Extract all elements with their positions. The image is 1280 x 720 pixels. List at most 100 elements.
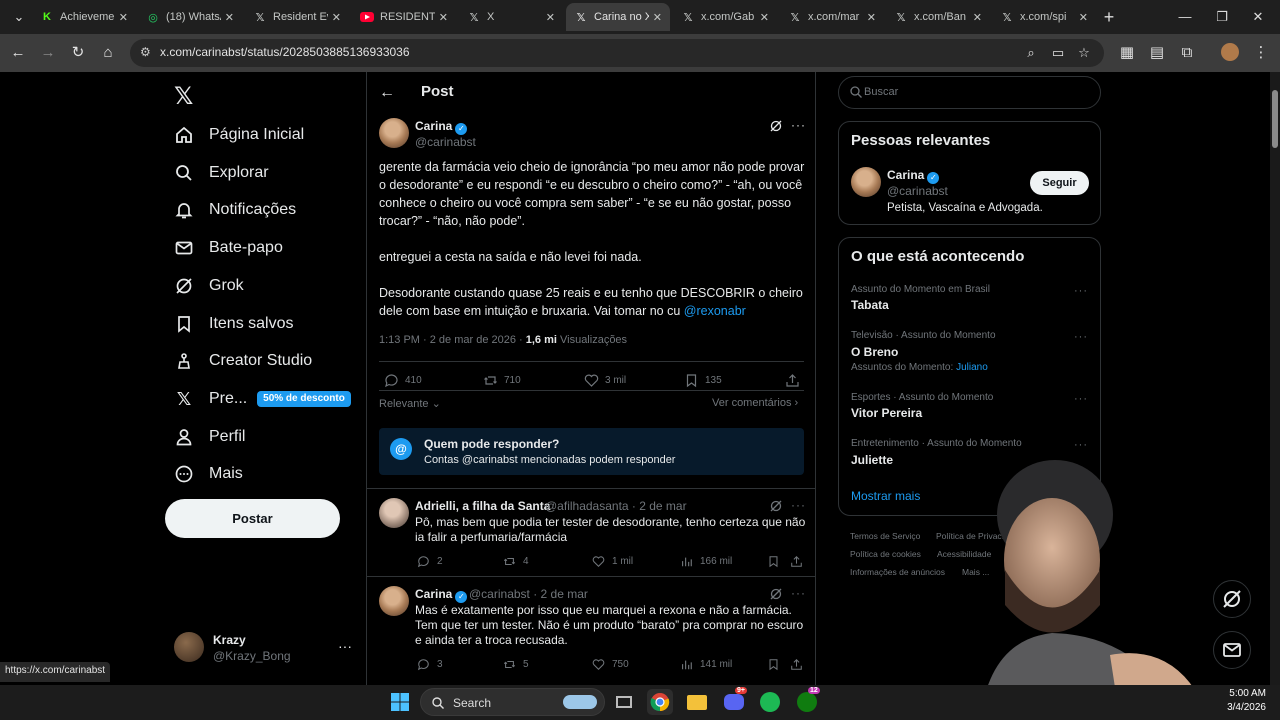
discord-icon[interactable]: 9+ [721,687,747,715]
more-icon[interactable]: ··· [791,586,806,600]
share-action[interactable] [788,553,810,569]
xbox-icon[interactable]: 12 [794,687,820,715]
like-action[interactable]: 1 mil [590,553,633,569]
reply-action[interactable]: 3 [415,656,443,672]
more-icon[interactable]: ··· [791,118,806,132]
relevant-user-handle[interactable]: @carinabst [887,184,948,198]
tab-carina-active[interactable]: 𝕏 Carina no X ✕ [566,3,670,31]
profile-avatar[interactable] [1221,43,1241,63]
nav-item-explore[interactable]: Explorar [174,159,269,187]
extension-icon[interactable]: ▦ [1117,43,1137,63]
reply-author-name[interactable]: Carina ✓ [415,587,468,603]
task-view-icon[interactable] [611,689,637,715]
close-icon[interactable]: ✕ [973,11,982,24]
tab-x-mar[interactable]: 𝕏 x.com/mar ✕ [780,3,884,31]
system-clock[interactable]: 5:00 AM 3/4/2026 [1222,687,1266,715]
footer-link[interactable]: Termos de Serviço [850,531,920,541]
windows-start-icon[interactable] [387,689,413,715]
nav-item-profile[interactable]: Perfil [174,423,245,451]
grok-icon[interactable] [769,587,783,601]
more-icon[interactable]: ··· [338,638,352,654]
nav-item-creator-studio[interactable]: Creator Studio [174,347,312,375]
nav-item-grok[interactable]: Grok [174,272,244,300]
more-icon[interactable]: ··· [1074,285,1088,297]
author-name[interactable]: Carina ✓ [415,119,468,135]
more-icon[interactable]: ··· [1074,393,1088,405]
mention-link[interactable]: @rexonabr [684,304,746,318]
restore-button[interactable]: ❐ [1207,6,1237,28]
page-scrollbar[interactable] [1270,72,1280,685]
footer-link[interactable]: Informações de anúncios [850,567,945,577]
nav-item-chat[interactable]: Bate-papo [174,234,283,262]
follow-button[interactable]: Seguir [1030,171,1089,195]
reply-action[interactable]: 2 [415,553,443,569]
back-arrow-icon[interactable]: ← [8,43,28,63]
chrome-icon[interactable] [647,689,673,715]
share-action[interactable] [784,372,806,388]
more-icon[interactable]: ··· [1074,439,1088,451]
close-icon[interactable]: ✕ [119,11,128,24]
reply-avatar[interactable] [379,586,409,616]
see-replies-link[interactable]: Ver comentários › [712,397,798,409]
tab-youtube[interactable]: RESIDENT ✕ [352,3,456,31]
footer-link[interactable]: Política de cookies [850,549,921,559]
browser-menu-icon[interactable]: ⋮ [1251,43,1271,63]
nav-item-home[interactable]: Página Inicial [174,121,304,149]
tab-search-button[interactable]: ⌄ [4,6,34,28]
spotify-icon[interactable] [757,689,783,715]
post-button[interactable]: Postar [165,499,340,538]
x-logo[interactable]: 𝕏 [174,82,193,111]
close-icon[interactable]: ✕ [760,11,769,24]
trend-related-link[interactable]: Juliano [956,362,988,373]
like-action[interactable]: 750 [590,656,629,672]
account-switcher[interactable]: Krazy @Krazy_Bong ··· [174,630,354,666]
nav-item-more[interactable]: Mais [174,460,243,488]
tab-x[interactable]: 𝕏 X ✕ [459,3,563,31]
reply-avatar[interactable] [379,498,409,528]
reading-list-icon[interactable]: ▤ [1147,43,1167,63]
close-icon[interactable]: ✕ [546,11,555,24]
tab-x-spi[interactable]: 𝕏 x.com/spi ✕ [992,3,1096,31]
bookmark-action[interactable] [765,656,787,672]
grok-icon[interactable] [769,119,783,133]
home-icon[interactable]: ⌂ [98,43,118,63]
tab-achievements[interactable]: K Achievements ✕ [32,3,136,31]
grok-floating-button[interactable] [1213,580,1251,618]
file-explorer-icon[interactable] [684,689,710,715]
like-action[interactable]: 3 mil [583,372,626,388]
tab-x-ban[interactable]: 𝕏 x.com/Ban ✕ [886,3,990,31]
author-handle[interactable]: @carinabst [415,135,476,149]
close-icon[interactable]: ✕ [1079,11,1088,24]
reload-icon[interactable]: ↻ [68,43,88,63]
tab-x-gab[interactable]: 𝕏 x.com/Gab ✕ [673,3,777,31]
site-info-icon[interactable]: ⚙ [140,45,151,59]
post-timestamp[interactable]: 1:13 PM · 2 de mar de 2026 · [379,334,526,346]
views-action[interactable]: 141 mil [678,656,732,672]
more-icon[interactable]: ··· [791,498,806,512]
repost-action[interactable]: 710 [482,372,521,388]
star-icon[interactable]: ☆ [1074,43,1094,63]
reply-author-handle[interactable]: @carinabst · 2 de mar [469,587,588,601]
more-icon[interactable]: ··· [1074,331,1088,343]
new-tab-button[interactable]: + [1094,6,1124,28]
close-icon[interactable]: ✕ [332,11,341,24]
reply-action[interactable]: 410 [383,372,422,388]
scrollbar-thumb[interactable] [1272,90,1278,148]
avatar[interactable] [851,167,881,197]
back-arrow-icon[interactable]: ← [379,84,395,102]
bookmark-action[interactable] [765,553,787,569]
minimize-button[interactable]: — [1170,6,1200,28]
relevant-user-name[interactable]: Carina ✓ [887,168,940,184]
grok-icon[interactable] [769,499,783,513]
close-icon[interactable]: ✕ [653,11,662,24]
taskbar-search-input[interactable]: Search [420,688,605,716]
share-action[interactable] [788,656,810,672]
author-avatar[interactable] [379,118,409,148]
premium-discount-badge[interactable]: 50% de desconto [257,391,351,407]
extensions-puzzle-icon[interactable]: ⧉ [1177,43,1197,63]
nav-item-bookmarks[interactable]: Itens salvos [174,310,293,338]
show-more-link[interactable]: Mostrar mais [851,489,920,503]
close-icon[interactable]: ✕ [439,11,448,24]
close-icon[interactable]: ✕ [867,11,876,24]
reply-author-name[interactable]: Adrielli, a filha da Santa [415,499,550,513]
